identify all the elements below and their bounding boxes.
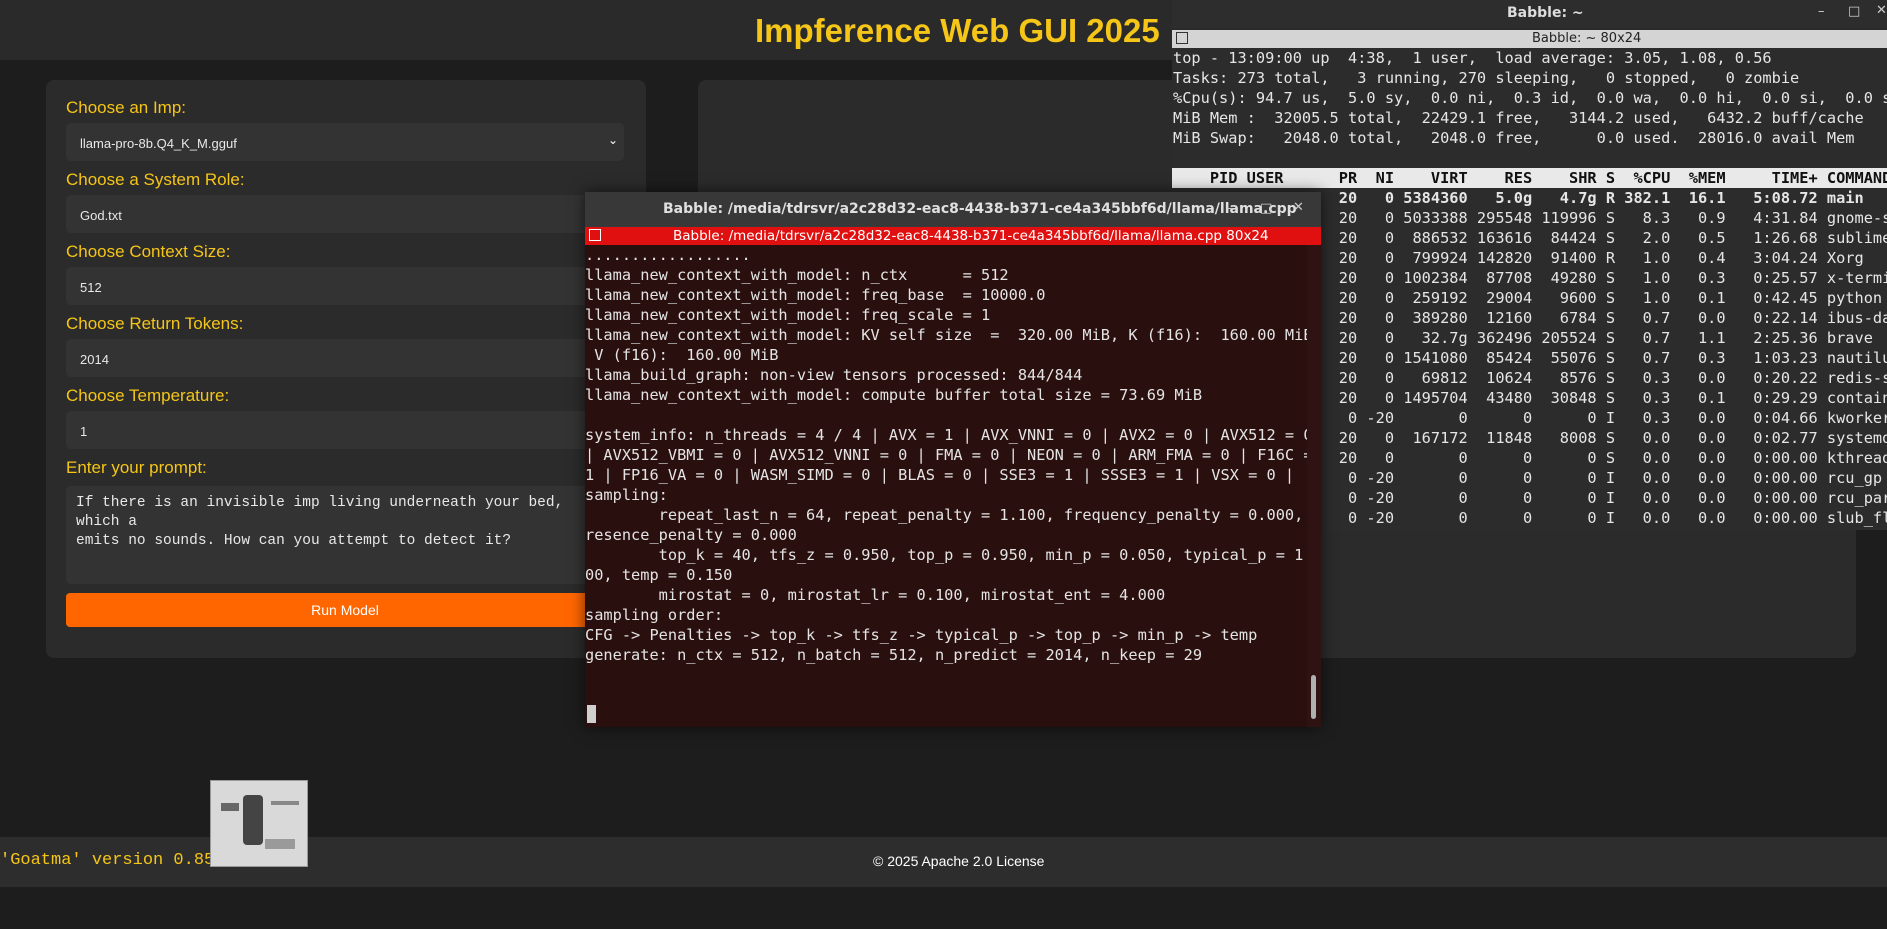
temperature-input[interactable]: 1 xyxy=(66,411,624,449)
maximize-icon[interactable]: □ xyxy=(1848,4,1860,19)
terminal-cursor xyxy=(587,705,596,723)
minimize-icon[interactable]: – xyxy=(1226,201,1233,216)
output-line: .................. xyxy=(585,246,751,264)
close-icon[interactable]: ✕ xyxy=(1293,200,1304,215)
role-input[interactable]: God.txt xyxy=(66,195,624,233)
output-line: 00, temp = 0.150 xyxy=(585,566,733,584)
scrollbar-thumb[interactable] xyxy=(1311,675,1316,719)
terminal-output[interactable]: .................. llama_new_context_wit… xyxy=(585,245,1307,727)
output-line: llama_new_context_with_model: compute bu… xyxy=(585,386,1203,404)
output-line: sampling: xyxy=(585,486,668,504)
output-line: resence_penalty = 0.000 xyxy=(585,526,797,544)
top-summary: top - 13:09:00 up 4:38, 1 user, load ave… xyxy=(1172,48,1887,148)
tab-title: Babble: ~ 80x24 xyxy=(1532,31,1642,46)
window-title: Babble: ~ xyxy=(1507,5,1584,21)
summary-line: top - 13:09:00 up 4:38, 1 user, load ave… xyxy=(1173,49,1772,67)
tokens-label: Choose Return Tokens: xyxy=(66,314,244,333)
imp-select-value: llama-pro-8b.Q4_K_M.gguf xyxy=(80,136,237,151)
output-line: repeat_last_n = 64, repeat_penalty = 1.1… xyxy=(585,506,1307,524)
process-table-header: PID USER PR NI VIRT RES SHR S %CPU %MEM … xyxy=(1172,168,1887,188)
prompt-label: Enter your prompt: xyxy=(66,458,207,477)
scrollbar[interactable] xyxy=(1307,245,1321,727)
output-line: llama_new_context_with_model: KV self si… xyxy=(585,326,1307,344)
output-line: CFG -> Penalties -> top_k -> tfs_z -> ty… xyxy=(585,626,1258,644)
minimize-icon[interactable]: – xyxy=(1818,4,1825,19)
role-label: Choose a System Role: xyxy=(66,170,245,189)
window-title: Babble: /media/tdrsvr/a2c28d32-eac8-4438… xyxy=(663,201,1297,217)
summary-line: MiB Swap: 2048.0 total, 2048.0 free, 0.0… xyxy=(1173,129,1855,147)
tab-title: Babble: /media/tdrsvr/a2c28d32-eac8-4438… xyxy=(673,228,1269,244)
terminal-tab[interactable]: Babble: ~ 80x24 xyxy=(1172,30,1887,48)
output-line: mirostat = 0, mirostat_lr = 0.100, miros… xyxy=(585,586,1166,604)
output-line: llama_new_context_with_model: n_ctx = 51… xyxy=(585,266,1009,284)
terminal-tab-icon xyxy=(1176,32,1188,44)
run-model-button[interactable]: Run Model xyxy=(66,593,624,627)
header-text: PID USER PR NI VIRT RES SHR S %CPU %MEM … xyxy=(1173,169,1887,187)
output-line: V (f16): 160.00 MiB xyxy=(585,346,779,364)
output-line: llama_new_context_with_model: freq_scale… xyxy=(585,306,991,324)
terminal-lines: .................. llama_new_context_wit… xyxy=(585,245,1307,665)
temperature-label: Choose Temperature: xyxy=(66,386,230,405)
output-line: sampling order: xyxy=(585,606,724,624)
output-line: generate: n_ctx = 512, n_batch = 512, n_… xyxy=(585,646,1203,664)
llama-terminal-window[interactable]: Babble: /media/tdrsvr/a2c28d32-eac8-4438… xyxy=(585,192,1321,727)
terminal-tab[interactable]: Babble: /media/tdrsvr/a2c28d32-eac8-4438… xyxy=(585,227,1321,245)
thumbnail-image[interactable] xyxy=(210,780,308,867)
terminal-tab-icon xyxy=(589,229,601,241)
license-text: © 2025 Apache 2.0 License xyxy=(873,853,1045,869)
summary-line: MiB Mem : 32005.5 total, 22429.1 free, 3… xyxy=(1173,109,1864,127)
version-label: 'Goatma' version 0.85 xyxy=(0,851,215,870)
summary-line: Tasks: 273 total, 3 running, 270 sleepin… xyxy=(1173,69,1800,87)
prompt-textarea[interactable]: If there is an invisible imp living unde… xyxy=(66,486,624,584)
context-label: Choose Context Size: xyxy=(66,242,231,261)
chevron-down-icon: ⌄ xyxy=(607,133,618,147)
output-line: | AVX512_VBMI = 0 | AVX512_VNNI = 0 | FM… xyxy=(585,446,1307,464)
output-line: 1 | FP16_VA = 0 | WASM_SIMD = 0 | BLAS =… xyxy=(585,466,1295,484)
imp-select[interactable]: llama-pro-8b.Q4_K_M.gguf ⌄ xyxy=(66,123,624,161)
close-icon[interactable]: ✕ xyxy=(1876,3,1887,18)
window-titlebar[interactable]: Babble: ~ – □ ✕ xyxy=(1172,0,1887,28)
context-size-input[interactable]: 512 xyxy=(66,267,624,305)
page-title: Impference Web GUI 2025 xyxy=(755,12,1160,49)
maximize-icon[interactable]: □ xyxy=(1260,201,1272,216)
output-line: llama_new_context_with_model: freq_base … xyxy=(585,286,1046,304)
imp-label: Choose an Imp: xyxy=(66,98,187,117)
output-line: system_info: n_threads = 4 / 4 | AVX = 1… xyxy=(585,426,1307,444)
window-titlebar[interactable]: Babble: /media/tdrsvr/a2c28d32-eac8-4438… xyxy=(585,192,1321,226)
return-tokens-input[interactable]: 2014 xyxy=(66,339,624,377)
output-line: llama_build_graph: non-view tensors proc… xyxy=(585,366,1083,384)
summary-line: %Cpu(s): 94.7 us, 5.0 sy, 0.0 ni, 0.3 id… xyxy=(1173,89,1887,107)
output-line: top_k = 40, tfs_z = 0.950, top_p = 0.950… xyxy=(585,546,1307,564)
